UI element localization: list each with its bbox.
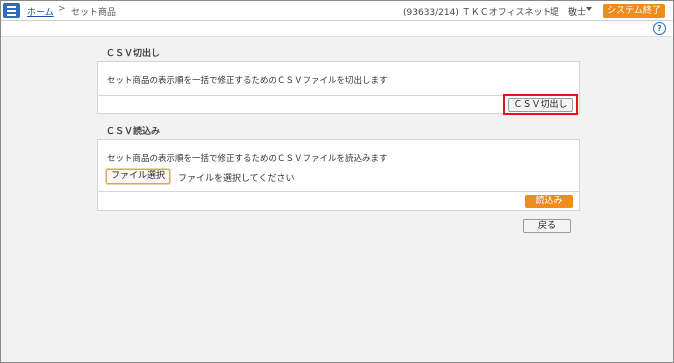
help-icon[interactable]: ? [653, 22, 666, 35]
divider [98, 95, 579, 96]
toolbar-strip: ? [1, 21, 673, 37]
user-name-menu[interactable]: 堤 敬士 [550, 5, 586, 18]
file-name-display: ファイルを選択してください [178, 174, 295, 184]
breadcrumb-separator: > [58, 4, 66, 14]
breadcrumb-current: セット商品 [71, 8, 117, 18]
file-select-button[interactable]: ファイル選択 [106, 169, 170, 184]
divider [98, 191, 579, 192]
csv-export-title: ＣＳＶ切出し [106, 49, 161, 59]
csv-import-panel: セット商品の表示順を一括で修正するためのＣＳＶファイルを読込みます ファイル選択… [97, 139, 580, 211]
office-info: (93633/214) ＴＫＣオフィスネット [403, 8, 552, 18]
csv-export-button[interactable]: ＣＳＶ切出し [508, 98, 573, 112]
back-button[interactable]: 戻る [523, 219, 571, 233]
app-window: ホーム > セット商品 (93633/214) ＴＫＣオフィスネット 堤 敬士 … [0, 0, 674, 363]
hamburger-menu-icon[interactable] [3, 3, 20, 18]
csv-export-panel: セット商品の表示順を一括で修正するためのＣＳＶファイルを切出します ＣＳＶ切出し [97, 61, 580, 115]
csv-export-description: セット商品の表示順を一括で修正するためのＣＳＶファイルを切出します [107, 76, 388, 86]
csv-import-title: ＣＳＶ読込み [106, 127, 161, 137]
chevron-down-icon[interactable] [586, 7, 592, 11]
system-exit-button[interactable]: システム終了 [603, 4, 665, 18]
csv-import-button[interactable]: 読込み [525, 195, 573, 208]
top-bar: ホーム > セット商品 (93633/214) ＴＫＣオフィスネット 堤 敬士 … [1, 1, 673, 21]
breadcrumb-home-link[interactable]: ホーム [27, 5, 54, 18]
csv-import-description: セット商品の表示順を一括で修正するためのＣＳＶファイルを読込みます [107, 154, 388, 164]
